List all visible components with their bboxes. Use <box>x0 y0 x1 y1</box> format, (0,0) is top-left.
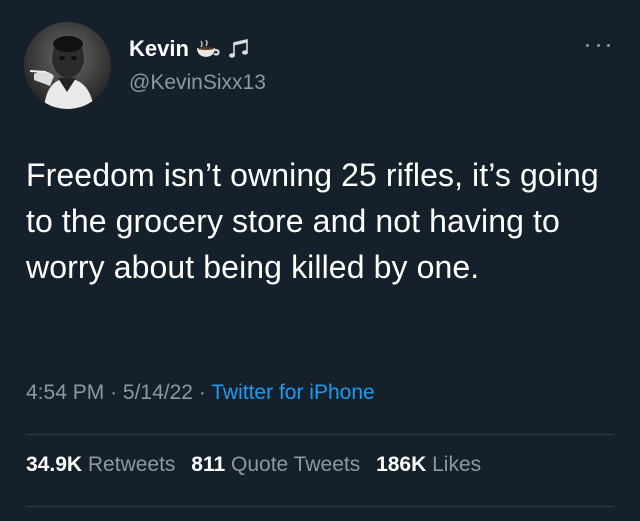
more-dot <box>607 43 610 47</box>
meta-separator: · <box>110 381 123 404</box>
tweet-card: Kevin @KevinSixx13 Freedom isn’t owning <box>0 0 640 521</box>
likes-stat[interactable]: 186K Likes <box>376 453 481 476</box>
more-options-icon[interactable] <box>586 38 610 52</box>
author-handle[interactable]: @KevinSixx13 <box>129 71 266 95</box>
meta-separator: · <box>198 381 212 404</box>
display-name[interactable]: Kevin <box>129 36 189 62</box>
tweet-time[interactable]: 4:54 PM <box>26 381 104 404</box>
quote-tweets-count: 811 <box>191 453 226 476</box>
more-dot <box>596 43 600 47</box>
tweet-stats: 34.9K Retweets 811 Quote Tweets 186K Lik… <box>26 453 491 477</box>
avatar[interactable] <box>24 22 111 109</box>
musical-notes-icon <box>227 37 251 61</box>
retweets-stat[interactable]: 34.9K Retweets <box>26 453 175 476</box>
more-dot <box>586 43 589 47</box>
likes-label: Likes <box>432 453 482 476</box>
quote-tweets-label: Quote Tweets <box>231 453 361 476</box>
author-name-row[interactable]: Kevin <box>129 36 251 62</box>
profile-photo-icon <box>24 22 111 109</box>
quote-tweets-stat[interactable]: 811 Quote Tweets <box>191 453 360 476</box>
tweet-source-link[interactable]: Twitter for iPhone <box>211 381 374 404</box>
tweet-text: Freedom isn’t owning 25 rifles, it’s goi… <box>26 157 599 285</box>
tweet-meta: 4:54 PM · 5/14/22 · Twitter for iPhone <box>26 381 375 405</box>
divider <box>26 434 614 435</box>
tweet-date[interactable]: 5/14/22 <box>123 381 193 404</box>
hot-beverage-icon <box>195 39 221 59</box>
retweets-label: Retweets <box>87 453 176 476</box>
divider <box>26 506 614 507</box>
retweets-count: 34.9K <box>26 453 83 476</box>
likes-count: 186K <box>376 453 427 476</box>
